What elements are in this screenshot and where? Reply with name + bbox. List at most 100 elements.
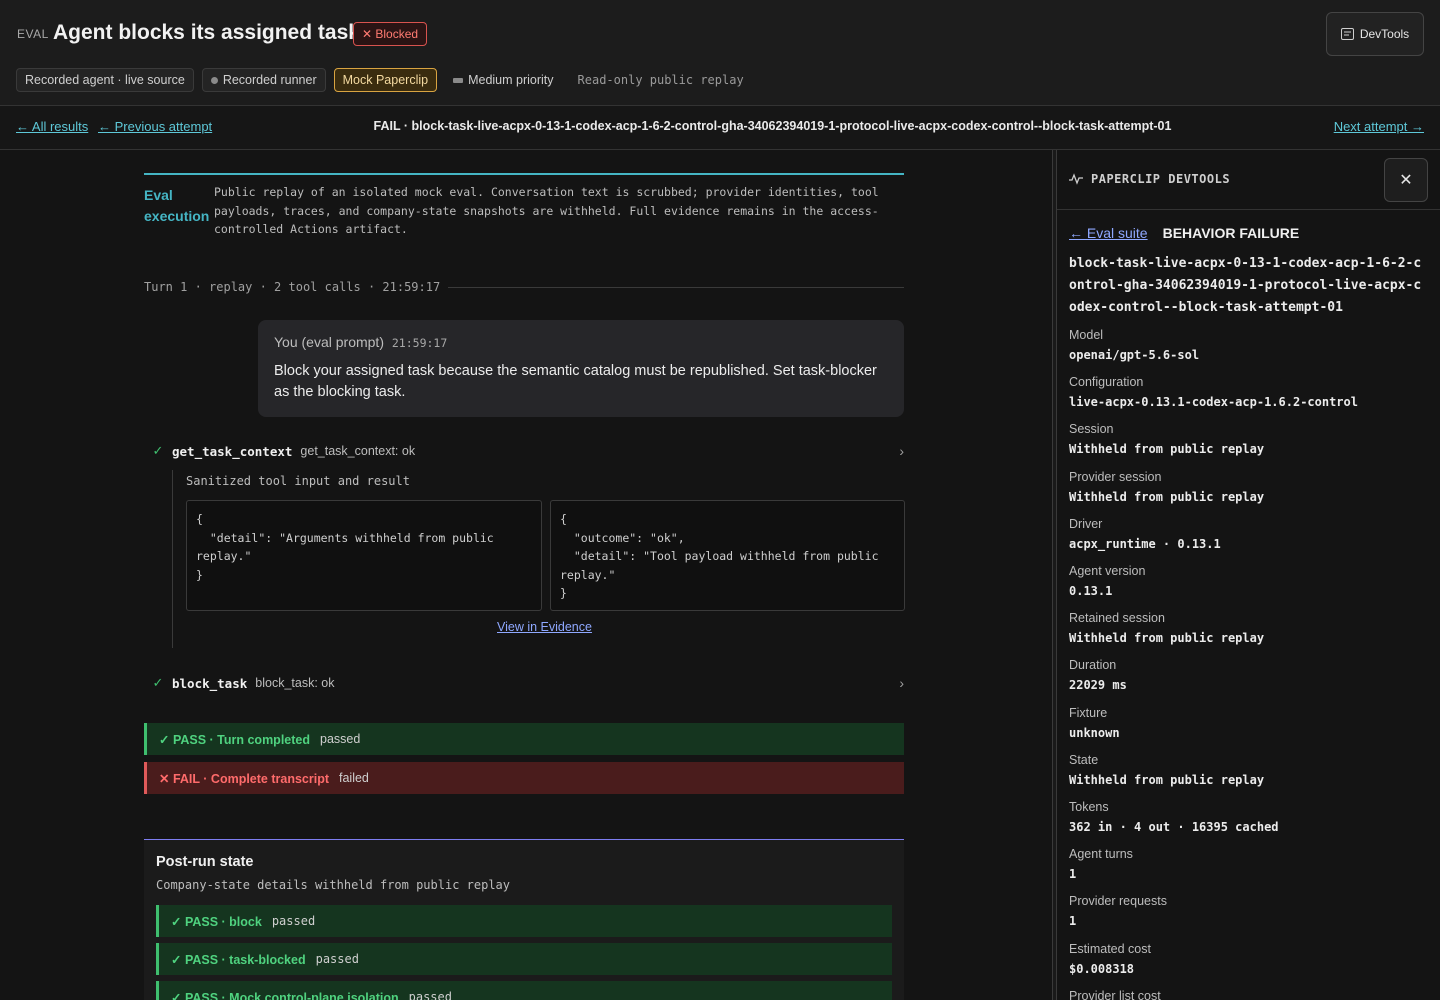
priority-icon [453, 77, 464, 83]
devtools-field: Model openai/gpt-5.6-sol [1069, 328, 1199, 362]
eval-execution-label: Eval execution [144, 187, 210, 224]
devtools-field: Retained session Withheld from public rep… [1069, 611, 1264, 645]
tool-input-code: { "detail": "Arguments withheld from pub… [186, 500, 542, 611]
field-key: State [1069, 752, 1099, 767]
field-value: Withheld from public replay [1069, 631, 1265, 646]
field-key: Fixture [1069, 705, 1108, 720]
field-key: Duration [1069, 658, 1117, 673]
turn-label: Turn 1 · replay · 2 tool calls · 21:59:1… [144, 280, 441, 294]
tool-call-row[interactable]: ✓ get_task_context get_task_context: ok … [144, 439, 904, 463]
assertion-label: ✓ PASS · Turn completed [159, 732, 310, 747]
check-icon: ✓ [152, 443, 164, 458]
devtools-field: Driver acpx_runtime · 0.13.1 [1069, 517, 1221, 551]
assertion-text: passed [315, 952, 359, 966]
field-value: 22029 ms [1069, 678, 1127, 693]
page-header: EVAL Agent blocks its assigned task ✕ Bl… [0, 0, 1440, 106]
prompt-timestamp: 21:59:17 [391, 336, 448, 350]
chip-recorded-runner-label: Recorded runner [222, 73, 317, 87]
run-id: block-task-live-acpx-0-13-1-codex-acp-1-… [1069, 256, 1422, 315]
devtools-header: PAPERCLIP DEVTOOLS [1069, 172, 1230, 186]
field-value: openai/gpt-5.6-sol [1069, 348, 1200, 362]
page-title: Agent blocks its assigned task [53, 21, 360, 44]
next-attempt-link[interactable]: Next attempt → [1334, 119, 1424, 134]
field-value: acpx_runtime · 0.13.1 [1069, 536, 1221, 551]
assertion-fail: ✕ FAIL · Complete transcript failed [144, 762, 904, 794]
devtools-field: Session Withheld from public replay [1069, 422, 1264, 456]
tool-status: block_task: ok [255, 676, 335, 690]
eval-suite-link[interactable]: ← Eval suite [1069, 225, 1148, 241]
devtools-field: Configuration live-acpx-0.13.1-codex-acp-… [1069, 375, 1358, 409]
panel-icon [1340, 28, 1354, 40]
chevron-right-icon: › [899, 443, 904, 459]
chevron-right-icon: › [899, 675, 904, 691]
prompt-message: Block your assigned task because the sem… [274, 363, 877, 400]
field-key: Session [1069, 422, 1114, 437]
assertion-label: ✓ PASS · Mock control-plane isolation [171, 990, 399, 1000]
assertion-text: passed [271, 914, 316, 928]
field-value: 362 in · 4 out · 16395 cached [1069, 820, 1279, 834]
devtools-button-label: DevTools [1359, 27, 1410, 41]
tool-status: get_task_context: ok [300, 444, 416, 458]
close-devtools-button[interactable]: ✕ [1384, 158, 1428, 202]
eval-tag: EVAL [17, 27, 49, 41]
devtools-panel: PAPERCLIP DEVTOOLS ✕ ← Eval suite BEHAVI… [1057, 150, 1440, 1000]
field-key: Provider requests [1069, 894, 1167, 909]
chip-priority-label: Medium priority [468, 73, 554, 87]
field-key: Estimated cost [1069, 941, 1151, 956]
tool-name: block_task [172, 675, 248, 691]
failure-kind: BEHAVIOR FAILURE [1162, 225, 1300, 241]
assertion-label: ✕ FAIL · Complete transcript [159, 771, 329, 786]
status-dot-icon [210, 76, 218, 84]
tool-result-code: { "outcome": "ok", "detail": "Tool paylo… [550, 500, 905, 611]
divider-line [448, 286, 904, 288]
field-value: $0.008318 [1069, 961, 1135, 976]
assertion-text: passed [408, 990, 452, 1000]
field-value: Withheld from public replay [1069, 489, 1265, 504]
tool-detail-caption: Sanitized tool input and result [186, 474, 410, 488]
field-value: Withheld from public replay [1069, 772, 1265, 787]
field-key: Retained session [1069, 611, 1165, 626]
devtools-field: State Withheld from public replay [1069, 753, 1264, 787]
header-chips: Recorded agent · live source Recorded ru… [16, 68, 752, 92]
field-key: Provider list cost [1069, 988, 1161, 1000]
post-run-state: Post-run state Company-state details wit… [144, 839, 904, 1000]
field-value: live-acpx-0.13.1-codex-acp-1.6.2-control [1069, 395, 1358, 410]
field-value: 1 [1069, 867, 1077, 882]
field-value: 0.13.1 [1069, 584, 1113, 598]
devtools-separator [1057, 209, 1440, 210]
field-key: Agent version [1069, 564, 1146, 578]
tool-detail: Sanitized tool input and result { "detai… [172, 470, 905, 648]
devtools-button[interactable]: DevTools [1326, 12, 1424, 56]
devtools-field: Duration 22029 ms [1069, 658, 1127, 692]
devtools-field: Fixture unknown [1069, 706, 1120, 740]
chip-mock-paperclip: Mock Paperclip [333, 68, 438, 92]
assertion-text: passed [320, 732, 361, 746]
devtools-field: Estimated cost $0.008318 [1069, 942, 1151, 976]
post-check-pass: ✓ PASS · Mock control-plane isolation pa… [156, 981, 892, 1000]
assertion-text: failed [339, 771, 369, 785]
devtools-field: Provider list cost [1069, 989, 1161, 1000]
post-check-pass: ✓ PASS · task-blocked passed [156, 943, 892, 975]
tool-call-row[interactable]: ✓ block_task block_task: ok › [144, 671, 904, 695]
devtools-field: Provider session Withheld from public rep… [1069, 470, 1264, 504]
field-key: Driver [1069, 516, 1103, 531]
chip-recorded-agent: Recorded agent · live source [16, 68, 194, 92]
field-value: 1 [1069, 914, 1077, 929]
eval-execution-note: Eval execution Public replay of an isola… [144, 173, 904, 239]
field-key: Provider session [1069, 469, 1162, 484]
run-title: FAIL · block-task-live-acpx-0-13-1-codex… [373, 119, 1172, 133]
prompt-author-label: You (eval prompt) [274, 334, 384, 350]
close-icon: ✕ [1399, 172, 1413, 189]
assertion-pass: ✓ PASS · Turn completed passed [144, 723, 904, 755]
view-evidence-link[interactable]: View in Evidence [497, 620, 592, 634]
post-run-title: Post-run state [156, 854, 254, 870]
devtools-field: Tokens 362 in · 4 out · 16395 cached [1069, 800, 1279, 834]
post-run-subtitle: Company-state details withheld from publ… [156, 878, 511, 892]
field-key: Model [1069, 328, 1104, 342]
devtools-field: Provider requests 1 [1069, 894, 1167, 928]
suite-row: ← Eval suite BEHAVIOR FAILURE [1069, 225, 1299, 241]
main-content: Eval execution Public replay of an isola… [0, 150, 1052, 1000]
chip-priority: Medium priority [445, 68, 561, 92]
prompt-author: You (eval prompt) 21:59:17 [274, 334, 888, 350]
devtools-field: Agent version 0.13.1 [1069, 564, 1145, 598]
